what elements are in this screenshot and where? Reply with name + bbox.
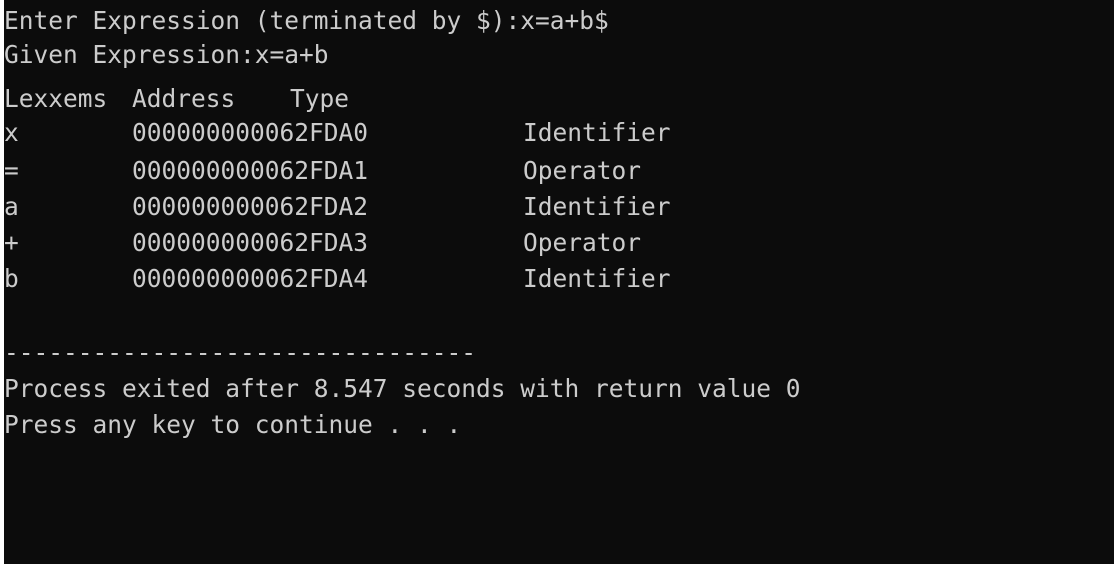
address-cell: 000000000062FDA2	[132, 192, 369, 221]
type-cell: Operator	[523, 156, 642, 185]
header-type: Type	[290, 84, 350, 113]
lexeme-cell: b	[4, 264, 19, 293]
separator-line: --------------------------------	[4, 338, 477, 367]
lexeme-cell: =	[4, 156, 19, 185]
address-cell: 000000000062FDA4	[132, 264, 369, 293]
table-row: a 000000000062FDA2 Identifier	[4, 190, 1104, 224]
address-cell: 000000000062FDA3	[132, 228, 369, 257]
console-output[interactable]: Enter Expression (terminated by $):x=a+b…	[4, 0, 1114, 564]
prompt-line: Enter Expression (terminated by $):x=a+b…	[4, 4, 609, 38]
address-cell: 000000000062FDA1	[132, 156, 369, 185]
header-lexemes: Lexxems	[4, 84, 108, 113]
continue-prompt: Press any key to continue . . .	[4, 410, 462, 439]
console-window: Enter Expression (terminated by $):x=a+b…	[0, 0, 1118, 568]
type-cell: Identifier	[523, 118, 671, 147]
table-row: = 000000000062FDA1 Operator	[4, 154, 1104, 188]
given-expression-line: Given Expression:x=a+b	[4, 40, 329, 69]
exit-message: Process exited after 8.547 seconds with …	[4, 374, 801, 403]
lexeme-cell: +	[4, 228, 19, 257]
table-row: + 000000000062FDA3 Operator	[4, 226, 1104, 260]
table-header: Lexxems Address Type	[4, 82, 1104, 116]
prompt-input-text: x=a+b$	[520, 6, 609, 35]
prompt-label: Enter Expression (terminated by $):	[4, 6, 521, 35]
address-cell: 000000000062FDA0	[132, 118, 369, 147]
table-row: x 000000000062FDA0 Identifier	[4, 116, 1104, 150]
type-cell: Identifier	[523, 264, 671, 293]
type-cell: Identifier	[523, 192, 671, 221]
lexeme-cell: x	[4, 118, 19, 147]
table-row: b 000000000062FDA4 Identifier	[4, 262, 1104, 296]
type-cell: Operator	[523, 228, 642, 257]
header-address: Address	[132, 84, 236, 113]
lexeme-cell: a	[4, 192, 19, 221]
